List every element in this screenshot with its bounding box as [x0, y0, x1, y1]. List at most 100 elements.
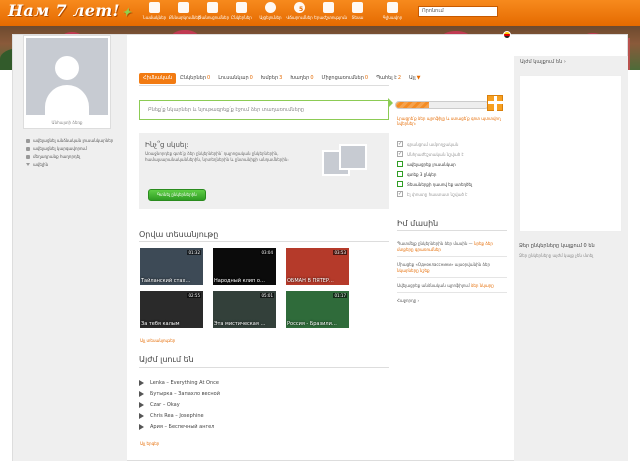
tab-4[interactable]: Խաղեր0: [286, 73, 317, 84]
music-track[interactable]: Бутырка – Запахло весной: [139, 388, 220, 399]
top-nav: Նամակներ Քննարկումներ Ծանուցումներ Ընկերներ…: [140, 2, 407, 20]
video-thumbnail[interactable]: 02:55 За тебя калым: [140, 291, 203, 328]
status-arrow-icon: [388, 98, 393, 108]
tab-5[interactable]: Միջոցառումներ0: [318, 73, 373, 84]
news-item: Պատմելք ընկերներին ձեր մասին — նրեք ձեր …: [397, 241, 507, 257]
tab-6[interactable]: Պահել է2: [372, 73, 405, 84]
avatar[interactable]: Անհայտի ձեռք: [23, 35, 111, 129]
nav-item-0[interactable]: Նամակներ: [140, 2, 169, 20]
music-track[interactable]: Lenka – Everything At Once: [139, 377, 220, 388]
play-icon[interactable]: [139, 423, 144, 430]
checklist-item[interactable]: ավելացրեք լուսանկար: [397, 159, 507, 169]
tab-3[interactable]: Խմբեր3: [257, 73, 286, 84]
video-thumbnail[interactable]: 03:53 ОБМАН В ПЯТЕР…: [286, 248, 349, 285]
friends-photo-icon: [322, 144, 368, 182]
arrow-down-icon: [26, 163, 30, 166]
nav-label: Երաժշտություն: [314, 15, 347, 20]
status-input[interactable]: Բնեք՛ք նկարներ և նյութագրեք՛ք էջում ձեր …: [139, 100, 389, 120]
video-thumbnail[interactable]: 05:01 Эта мистическая …: [213, 291, 276, 328]
all-videos-link[interactable]: Այլ տեսանյութեր: [140, 338, 175, 343]
video-duration: 01:17: [333, 293, 347, 298]
nav-label: Նամակներ: [142, 15, 167, 20]
nav-label: Ընկերներ: [231, 15, 252, 20]
track-title: Ария – Беспечный ангел: [150, 423, 215, 430]
play-icon[interactable]: [139, 401, 144, 408]
nav-item-8[interactable]: Գլխավոր: [378, 2, 407, 20]
profile-link-label: մեղադրանք հաղորդել: [33, 154, 81, 159]
checklist-label: ավելացրեք լուսանկար: [407, 161, 456, 167]
play-icon[interactable]: [139, 379, 144, 386]
nav-item-7[interactable]: Տեսա: [343, 2, 372, 20]
checklist-label: Տեսաներքի դասով եք ստեղծել: [407, 181, 473, 187]
play-icon[interactable]: [139, 412, 144, 419]
video-duration: 01:32: [187, 250, 201, 255]
music-track[interactable]: Chris Rea – Josephine: [139, 410, 220, 421]
find-friends-text: Առաջնորդեք գտե՛ք ձեր ընկերներին՝ դպրոցակ…: [145, 151, 289, 162]
checklist-item[interactable]: գտեք 3 ընկեր: [397, 169, 507, 179]
tab-label: Լուսանկար: [218, 75, 249, 81]
nav-item-4[interactable]: Այցելուներ: [256, 2, 285, 20]
gift-icon[interactable]: [487, 95, 503, 111]
checklist-item[interactable]: Տեսաներքի դասով եք ստեղծել: [397, 179, 507, 189]
profile-link-2[interactable]: մեղադրանք հաղորդել: [26, 154, 124, 159]
nav-label: Այցելուներ: [259, 15, 282, 20]
video-thumbnail[interactable]: 03:04 Народный клип о…: [213, 248, 276, 285]
profile-link-0[interactable]: ավելացնել անձնական լուսանկարներ: [26, 138, 124, 143]
checklist-item: ✓ գրանցում ամբողջական: [397, 139, 507, 149]
checkbox-icon: [397, 171, 403, 177]
music-title: Այժմ լսում են: [139, 355, 194, 364]
people-icon: [236, 2, 247, 13]
tab-2[interactable]: Լուսանկար0: [214, 73, 257, 84]
profile-link-label: ավելին: [33, 162, 49, 167]
checkmark-icon: ✓: [397, 141, 403, 147]
tabs-divider: [139, 85, 389, 86]
video-caption: Россия - Бразили…: [287, 321, 337, 327]
news-list: Պատմելք ընկերներին ձեր մասին — նրեք ձեր …: [397, 241, 507, 303]
language-flag-icon[interactable]: [503, 31, 511, 39]
news-text: Ավելացրեք անձնական պրոֆիլում: [397, 283, 471, 288]
tab-count: 3: [279, 75, 283, 81]
news-more-link[interactable]: Հաջորդը ›: [397, 298, 507, 303]
avatar-placeholder-icon: [26, 38, 108, 115]
profile-link-3[interactable]: ավելին: [26, 162, 124, 167]
nav-item-6[interactable]: Երաժշտություն: [314, 2, 347, 20]
tab-count: 0: [249, 75, 253, 81]
video-caption: Тайланский стах…: [141, 278, 191, 284]
track-title: Chris Rea – Josephine: [150, 412, 204, 419]
find-friends-button[interactable]: Գտնել ընկերներին: [148, 189, 206, 201]
tab-label: Ընկերներ: [180, 75, 207, 81]
music-track[interactable]: Czar – Okay: [139, 399, 220, 410]
video-thumbnail[interactable]: 01:32 Тайланский стах…: [140, 248, 203, 285]
tab-1[interactable]: Ընկերներ0: [176, 73, 214, 84]
music-divider: [139, 367, 389, 368]
nav-item-1[interactable]: Քննարկումներ: [169, 2, 200, 20]
music-track[interactable]: Ария – Беспечный ангел: [139, 421, 220, 432]
search-input[interactable]: Որոնում: [418, 6, 498, 17]
online-friends-title: Ձեր ընկերները կայքում 0 են: [519, 243, 595, 249]
play-icon[interactable]: [139, 390, 144, 397]
news-link[interactable]: ձեր նկարը: [471, 283, 494, 288]
checkbox-icon: [397, 181, 403, 187]
tab-0[interactable]: Հիմնական: [139, 73, 177, 84]
nav-label: Տեսա: [351, 15, 364, 20]
profile-progress-bar: [395, 101, 489, 109]
nav-item-2[interactable]: Ծանուցումներ: [198, 2, 229, 20]
all-music-link[interactable]: Այլ երգեր: [140, 441, 159, 446]
checkmark-icon: ✓: [397, 151, 403, 157]
nav-item-5[interactable]: Վճարումներ 5: [285, 2, 314, 20]
tab-7[interactable]: Այլ▼: [405, 73, 424, 84]
profile-link-1[interactable]: ավելացնել կարգավորում: [26, 146, 124, 151]
tab-count: 2: [397, 75, 402, 81]
news-link[interactable]: նկարները նշեք: [397, 268, 430, 273]
online-now-header[interactable]: Այժմ կայքում են ›: [514, 56, 628, 69]
video-thumbnail[interactable]: 01:17 Россия - Бразили…: [286, 291, 349, 328]
nav-item-3[interactable]: Ընկերներ: [227, 2, 256, 20]
checklist-label: Էլ փոստը հաստատ նշված է: [407, 191, 468, 197]
bell-icon: [207, 2, 218, 13]
online-now-panel: [519, 75, 622, 232]
tab-label: Խաղեր: [290, 75, 310, 81]
dot-icon: [26, 155, 30, 159]
site-logo[interactable]: Нам 7 лет! ✦: [8, 1, 131, 20]
video-duration: 05:01: [260, 293, 274, 298]
checkmark-icon: ✓: [397, 191, 403, 197]
